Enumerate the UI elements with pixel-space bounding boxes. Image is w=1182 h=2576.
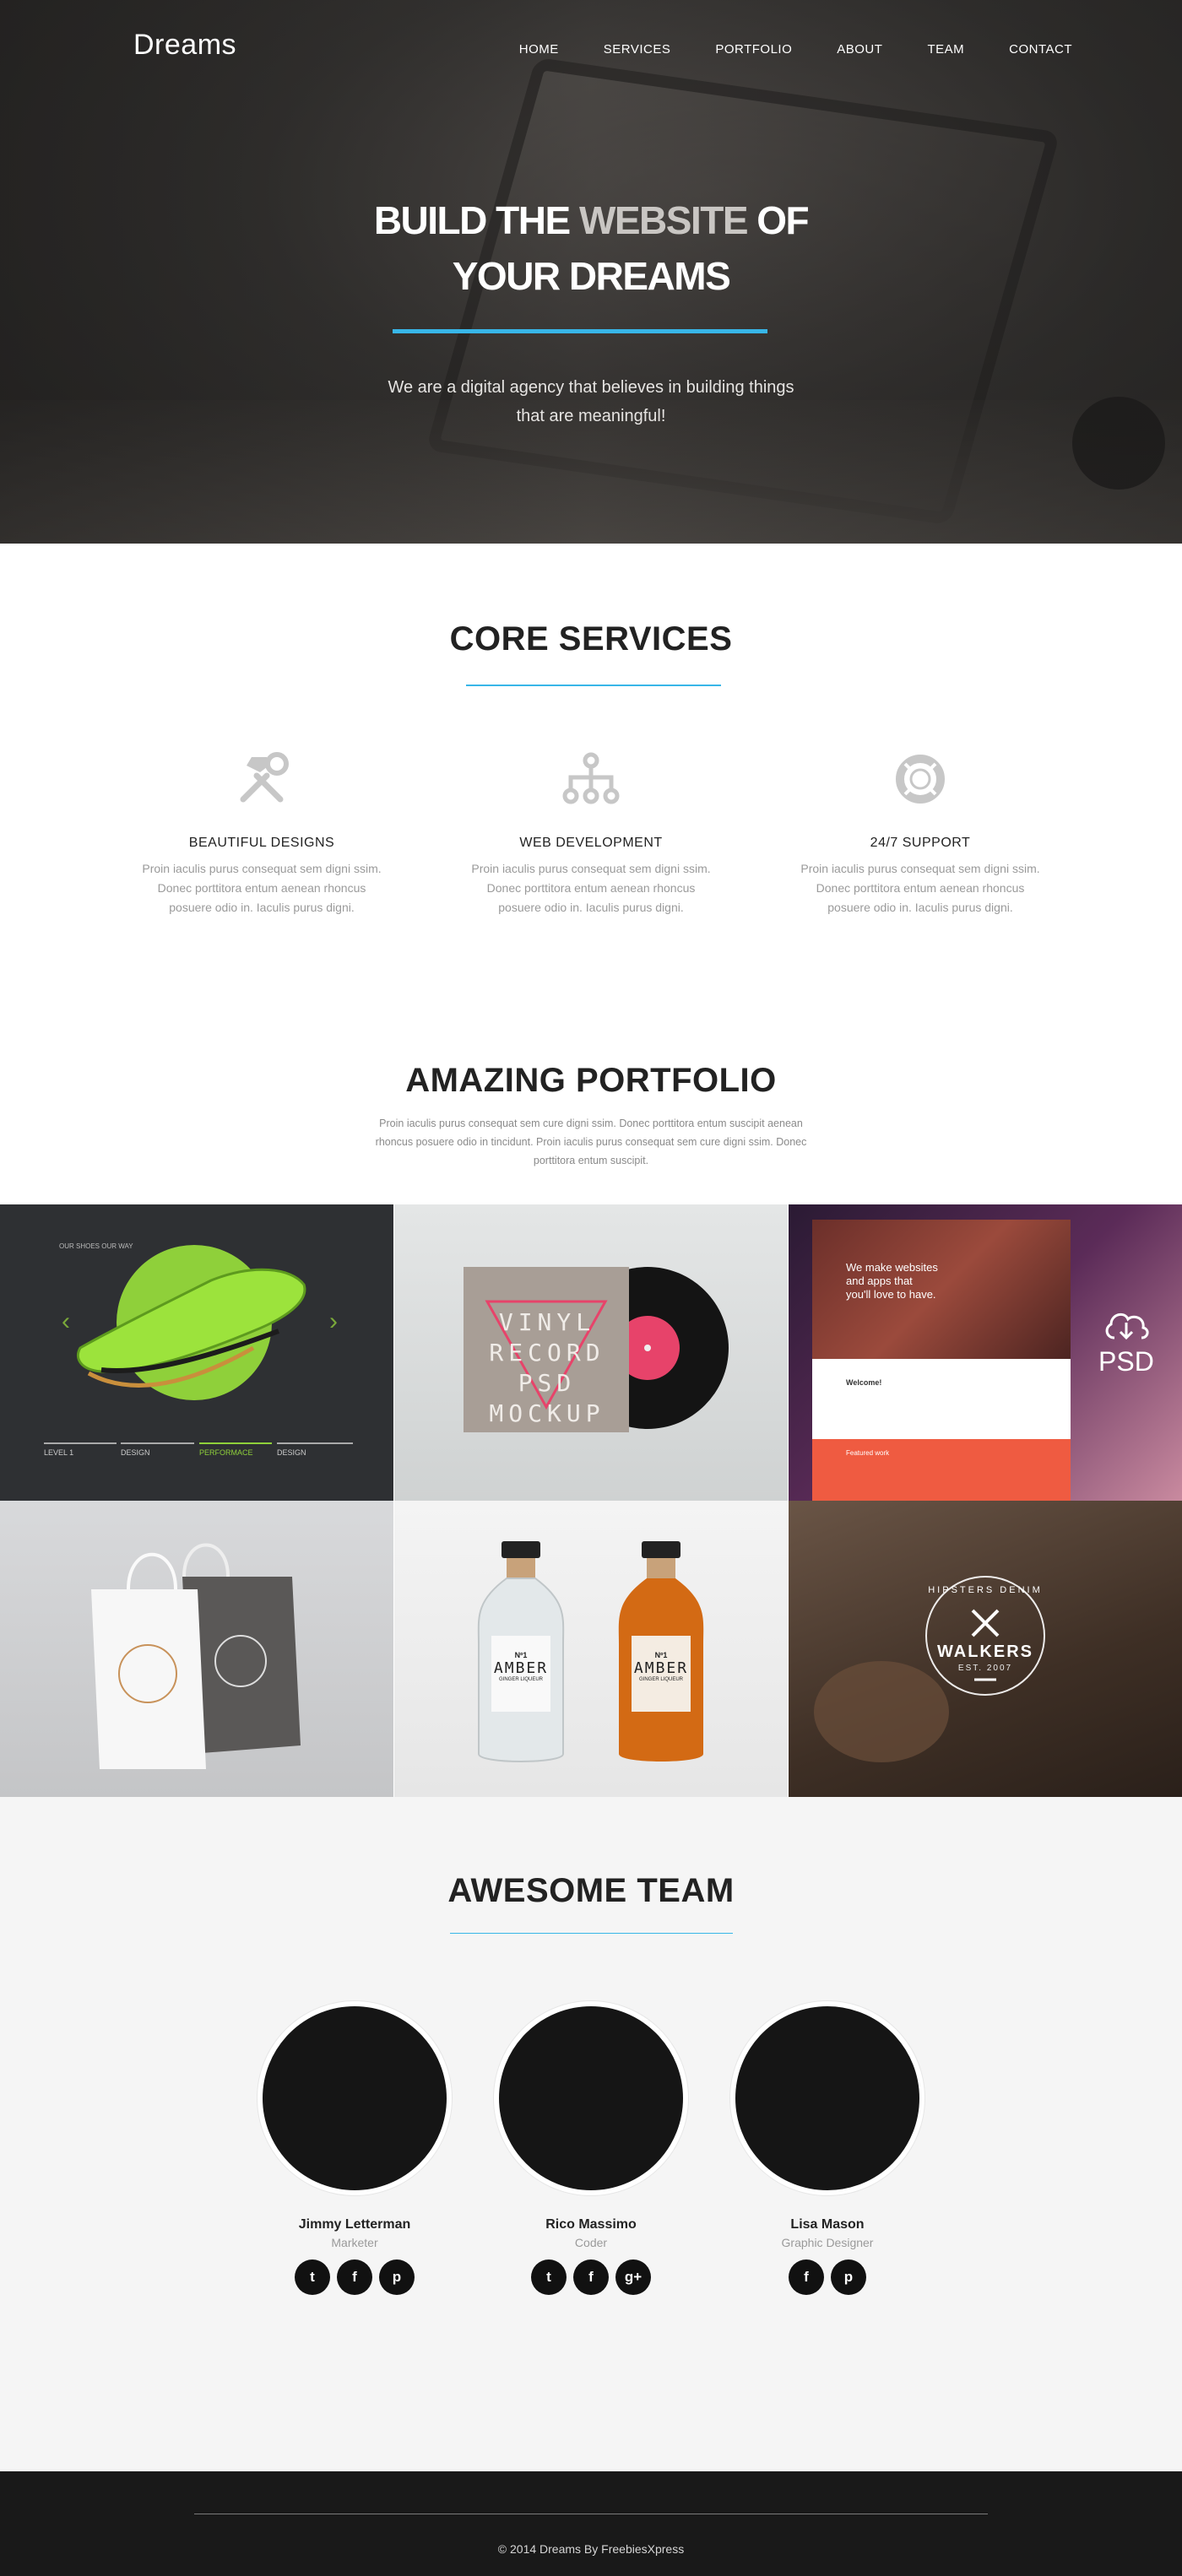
- footer-copyright: © 2014 Dreams By FreebiesXpress: [497, 2542, 685, 2556]
- tools-icon: [240, 752, 289, 803]
- lifebuoy-icon: [896, 755, 945, 804]
- shoe-tab-1: LEVEL 1: [44, 1448, 74, 1457]
- shoe-tab-3: PERFORMACE: [199, 1448, 253, 1457]
- portfolio-item-shopping-bag[interactable]: [0, 1501, 393, 1797]
- facebook-icon[interactable]: f: [789, 2259, 824, 2295]
- walkers-brand: WALKERS: [937, 1642, 1033, 1661]
- member-role: Graphic Designer: [781, 2236, 874, 2249]
- portfolio-item-shoe[interactable]: . ‹ › OUR SHOES OUR WAY LEVEL 1 DESIGN P…: [0, 1204, 393, 1501]
- hero-divider: [393, 329, 767, 333]
- portfolio-item-vinyl[interactable]: VINYL RECORD PSD MOCKUP: [394, 1204, 788, 1501]
- portfolio-item-bottles[interactable]: Nº1 AMBER GINGER LIQUEUR Nº1 AMBER GINGE…: [394, 1501, 788, 1797]
- svg-text:‹: ‹: [62, 1307, 70, 1335]
- website-welcome: Welcome!: [846, 1378, 882, 1387]
- hero-title-line2: YOUR DREAMS: [452, 254, 731, 298]
- member-name: Jimmy Letterman: [298, 2217, 411, 2232]
- shoe-tab-2: DESIGN: [121, 1448, 150, 1457]
- sitemap-icon: [562, 752, 620, 804]
- shoe-tab-4: DESIGN: [277, 1448, 306, 1457]
- shoe-top-label: OUR SHOES OUR WAY: [59, 1242, 133, 1250]
- member-role: Coder: [574, 2236, 608, 2249]
- service-title: WEB DEVELOPMENT: [519, 836, 663, 850]
- hero-title-part1: BUILD THE: [373, 198, 579, 242]
- services-title: CORE SERVICES: [449, 620, 733, 658]
- site-logo[interactable]: Dreams: [133, 29, 236, 62]
- twitter-icon[interactable]: t: [531, 2259, 567, 2295]
- team-divider: [450, 1933, 733, 1934]
- walkers-est: EST. 2007: [957, 1664, 1013, 1673]
- avatar: [730, 2001, 924, 2195]
- team-member-lisa: Lisa Mason Graphic Designer f p: [726, 2001, 929, 2295]
- bottle-mockup-image: [477, 1541, 704, 1762]
- hero-title-highlight: WEBSITE: [578, 198, 749, 242]
- cloud-download-icon: [1105, 1312, 1149, 1340]
- shopping-bag-mockup-image: [91, 1543, 301, 1769]
- member-socials: f p: [726, 2259, 929, 2295]
- team-member-rico: Rico Massimo Coder t f g+: [490, 2001, 692, 2295]
- nav-services[interactable]: SERVICES: [604, 42, 671, 57]
- service-beautiful-designs: BEAUTIFUL DESIGNS Proin iaculis purus co…: [135, 747, 388, 917]
- service-title: BEAUTIFUL DESIGNS: [188, 836, 335, 850]
- facebook-icon[interactable]: f: [337, 2259, 372, 2295]
- website-tagline: We make websites and apps that you'll lo…: [846, 1261, 938, 1301]
- member-socials: t f p: [253, 2259, 456, 2295]
- member-name: Rico Massimo: [545, 2217, 637, 2232]
- nav-team[interactable]: TEAM: [927, 42, 964, 57]
- nav-portfolio[interactable]: PORTFOLIO: [715, 42, 792, 57]
- hero-subtitle: We are a digital agency that believes in…: [388, 378, 794, 425]
- service-title: 24/7 SUPPORT: [870, 836, 971, 850]
- facebook-icon[interactable]: f: [573, 2259, 609, 2295]
- bottle-label-left: Nº1 AMBER GINGER LIQUEUR: [493, 1651, 549, 1682]
- walkers-arc-text: HIPSTERS DENIM: [928, 1585, 1043, 1595]
- nav-contact[interactable]: CONTACT: [1009, 42, 1072, 57]
- website-featured: Featured work: [846, 1449, 890, 1457]
- google-plus-icon[interactable]: g+: [615, 2259, 651, 2295]
- pinterest-icon[interactable]: p: [831, 2259, 866, 2295]
- nav-about[interactable]: ABOUT: [837, 42, 882, 57]
- nav-home[interactable]: HOME: [519, 42, 559, 57]
- portfolio-title: AMAZING PORTFOLIO: [405, 1062, 777, 1099]
- portfolio-description: Proin iaculis purus consequat sem cure d…: [375, 1118, 807, 1166]
- service-text: Proin iaculis purus consequat sem digni …: [800, 862, 1040, 914]
- member-name: Lisa Mason: [790, 2217, 865, 2232]
- svg-text:›: ›: [329, 1307, 338, 1335]
- hero-title: BUILD THE WEBSITE OF YOUR DREAMS: [0, 192, 1182, 304]
- service-text: Proin iaculis purus consequat sem digni …: [471, 862, 711, 914]
- vinyl-cover-text: VINYL RECORD PSD MOCKUP: [489, 1308, 605, 1427]
- service-support: 24/7 SUPPORT Proin iaculis purus consequ…: [794, 747, 1047, 917]
- services-divider: [466, 685, 721, 686]
- hero-title-part2: OF: [747, 198, 809, 242]
- team-title: AWESOME TEAM: [447, 1872, 735, 1909]
- team-member-jimmy: Jimmy Letterman Marketer t f p: [253, 2001, 456, 2295]
- service-text: Proin iaculis purus consequat sem digni …: [142, 862, 382, 914]
- psd-label: PSD: [1098, 1346, 1154, 1377]
- bottle-label-right: Nº1 AMBER GINGER LIQUEUR: [633, 1651, 689, 1682]
- hero-section: Dreams HOME SERVICES PORTFOLIO ABOUT TEA…: [0, 0, 1182, 544]
- member-socials: t f g+: [490, 2259, 692, 2295]
- portfolio-item-website-psd[interactable]: We make websites and apps that you'll lo…: [789, 1204, 1182, 1501]
- portfolio-item-walkers[interactable]: WALKERS EST. 2007 HIPSTERS DENIM: [789, 1501, 1182, 1797]
- member-role: Marketer: [331, 2236, 378, 2249]
- avatar: [258, 2001, 452, 2195]
- service-web-development: WEB DEVELOPMENT Proin iaculis purus cons…: [464, 747, 718, 917]
- pinterest-icon[interactable]: p: [379, 2259, 415, 2295]
- twitter-icon[interactable]: t: [295, 2259, 330, 2295]
- main-nav: HOME SERVICES PORTFOLIO ABOUT TEAM CONTA…: [519, 42, 1072, 57]
- avatar: [494, 2001, 688, 2195]
- footer: © 2014 Dreams By FreebiesXpress: [0, 2471, 1182, 2576]
